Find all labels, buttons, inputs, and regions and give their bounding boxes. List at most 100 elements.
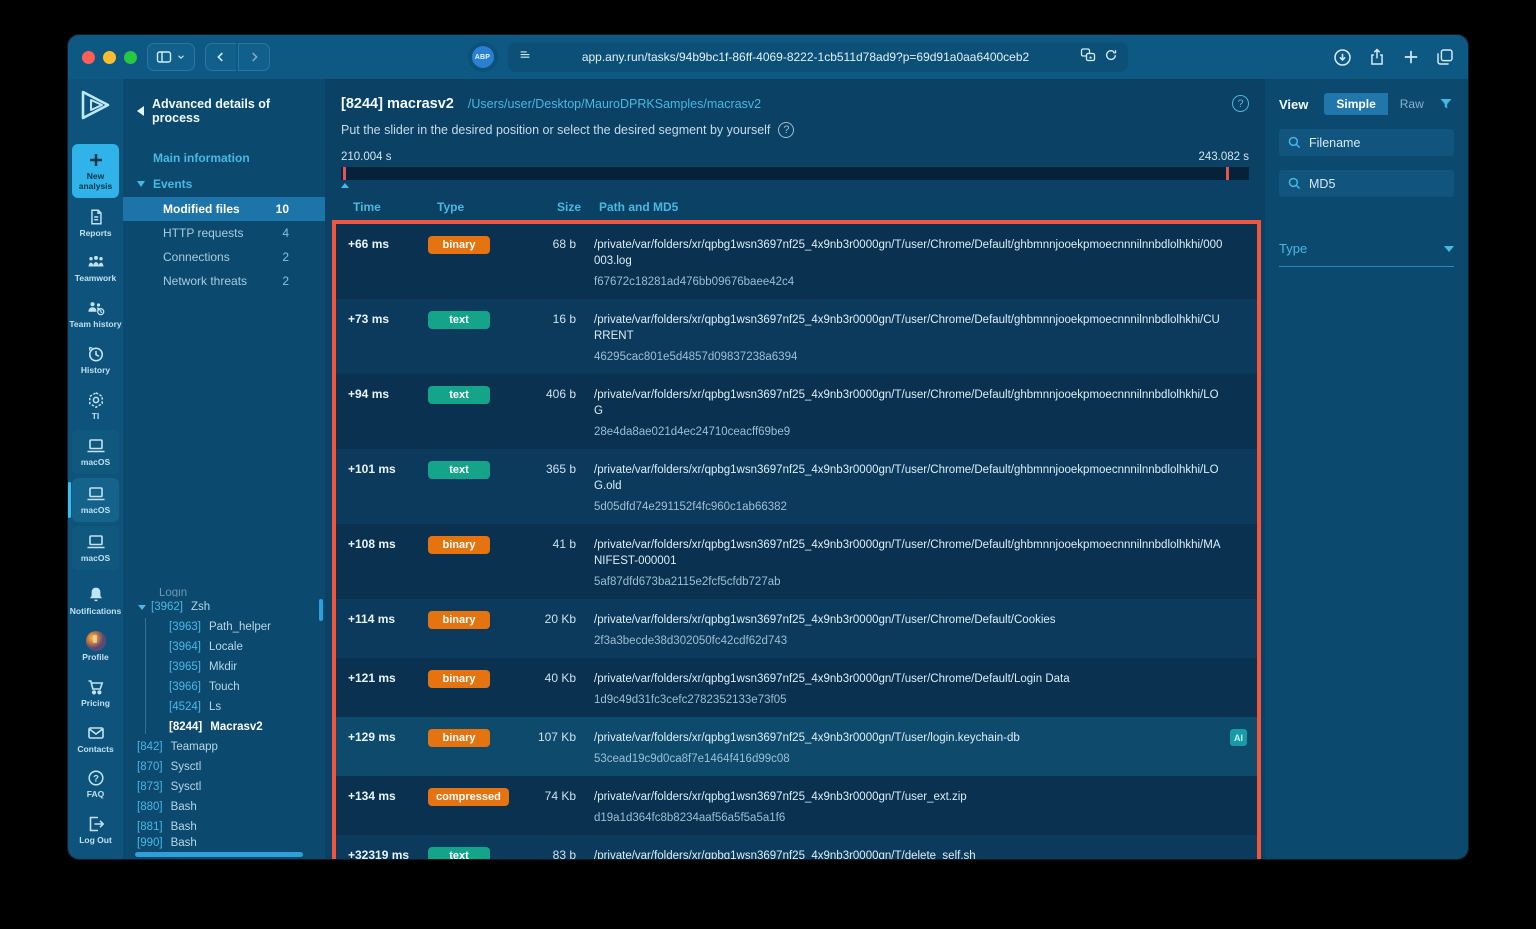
sidebar-item[interactable]: macOS bbox=[72, 478, 119, 522]
tree-vertical-scrollbar[interactable] bbox=[319, 599, 323, 621]
hint-help-icon[interactable]: ? bbox=[778, 122, 794, 138]
timeline-slider[interactable]: 210.004 s 243.082 s bbox=[341, 151, 1249, 188]
modified-file-row[interactable]: +114 ms binary 20 Kb /private/var/folder… bbox=[336, 599, 1257, 658]
process-tree-item[interactable]: [842] Teamapp bbox=[123, 737, 325, 757]
reader-mode-icon[interactable] bbox=[518, 48, 532, 67]
process-tree-item[interactable]: [881] Bash bbox=[123, 817, 325, 837]
sidebar-item[interactable]: Log Out bbox=[68, 807, 123, 853]
modified-file-row[interactable]: +66 ms binary 68 b /private/var/folders/… bbox=[336, 224, 1257, 299]
tab-overview-icon[interactable] bbox=[1436, 48, 1454, 66]
back-arrow-icon[interactable] bbox=[137, 106, 144, 116]
app-icon-rail: New analysis Reports Teamwork Team histo… bbox=[68, 79, 123, 859]
view-toggle-option[interactable]: Raw bbox=[1388, 93, 1436, 115]
row-size: 107 Kb bbox=[518, 728, 576, 765]
timeline-end-label: 243.082 s bbox=[1198, 151, 1249, 163]
process-pid: [880] bbox=[137, 801, 163, 813]
process-tree-item[interactable]: [3963] Path_helper bbox=[123, 617, 325, 637]
share-icon[interactable] bbox=[1368, 48, 1386, 66]
process-tree-item[interactable]: [8244] Macrasv2 bbox=[123, 717, 325, 737]
modified-file-row[interactable]: +32319 ms text 83 b /private/var/folders… bbox=[336, 835, 1257, 859]
sidebar-item[interactable]: New analysis bbox=[72, 144, 119, 198]
row-time: +101 ms bbox=[348, 460, 422, 513]
modified-file-row[interactable]: +101 ms text 365 b /private/var/folders/… bbox=[336, 449, 1257, 524]
extension-button[interactable]: ABP bbox=[468, 42, 498, 72]
view-toggle-option[interactable]: Simple bbox=[1324, 93, 1387, 115]
process-tree-item[interactable]: [3966] Touch bbox=[123, 677, 325, 697]
anyrun-logo[interactable] bbox=[78, 89, 114, 126]
process-tree-item[interactable]: [4524] Ls bbox=[123, 697, 325, 717]
event-category-item[interactable]: HTTP requests 4 bbox=[123, 221, 325, 245]
panel-header[interactable]: Advanced details of process bbox=[123, 79, 325, 141]
event-category-item[interactable]: Network threats 2 bbox=[123, 269, 325, 293]
process-tree-item[interactable]: [880] Bash bbox=[123, 797, 325, 817]
timeline-end-marker[interactable] bbox=[1226, 167, 1229, 180]
file-type-badge: text bbox=[428, 386, 490, 404]
sidebar-item[interactable]: Profile bbox=[68, 624, 123, 670]
sidebar-item[interactable]: Teamwork bbox=[68, 245, 123, 291]
forward-button[interactable] bbox=[238, 43, 270, 71]
process-tree-item[interactable]: [990] Bash bbox=[123, 837, 325, 849]
row-size: 83 b bbox=[518, 846, 576, 859]
sidebar-item[interactable]: History bbox=[68, 337, 123, 383]
event-category-item[interactable]: Connections 2 bbox=[123, 245, 325, 269]
modified-file-row[interactable]: +73 ms text 16 b /private/var/folders/xr… bbox=[336, 299, 1257, 374]
ai-badge[interactable]: AI bbox=[1230, 729, 1247, 746]
process-tree-item[interactable]: [3962] Zsh bbox=[123, 597, 325, 617]
help-icon[interactable]: ? bbox=[1232, 95, 1249, 112]
tree-expander-icon[interactable] bbox=[138, 605, 146, 610]
sidebar-item[interactable]: Notifications bbox=[68, 578, 123, 624]
reload-icon[interactable] bbox=[1104, 48, 1118, 67]
sidebar-item[interactable]: Contacts bbox=[68, 716, 123, 762]
process-tree-item[interactable]: [870] Sysctl bbox=[123, 757, 325, 777]
sidebar-toggle-button[interactable] bbox=[147, 43, 195, 71]
modified-file-row[interactable]: +121 ms binary 40 Kb /private/var/folder… bbox=[336, 658, 1257, 717]
process-tree-item[interactable]: [3964] Locale bbox=[123, 637, 325, 657]
md5-search-input[interactable] bbox=[1279, 170, 1454, 197]
row-time: +121 ms bbox=[348, 669, 422, 706]
file-type-badge: binary bbox=[428, 611, 490, 629]
process-tree-item[interactable]: [3965] Mkdir bbox=[123, 657, 325, 677]
process-pid: [873] bbox=[137, 781, 163, 793]
sidebar-item[interactable]: Team history bbox=[68, 291, 123, 337]
minimize-button[interactable] bbox=[103, 51, 116, 64]
translate-icon[interactable]: ★ bbox=[1080, 47, 1096, 68]
sidebar-item[interactable]: TI bbox=[68, 383, 123, 429]
row-path: /private/var/folders/xr/qpbg1wsn3697nf25… bbox=[594, 846, 1227, 859]
close-button[interactable] bbox=[82, 51, 95, 64]
process-tree-item[interactable]: [873] Sysctl bbox=[123, 777, 325, 797]
sidebar-item[interactable]: ? FAQ bbox=[68, 761, 123, 807]
modified-file-row[interactable]: +108 ms binary 41 b /private/var/folders… bbox=[336, 524, 1257, 599]
sidebar-item[interactable]: macOS bbox=[72, 526, 119, 570]
timeline-track[interactable] bbox=[341, 167, 1249, 180]
back-button[interactable] bbox=[205, 43, 236, 71]
sidebar-item-label: Teamwork bbox=[75, 274, 116, 284]
event-category-item[interactable]: Modified files 10 bbox=[123, 197, 325, 221]
address-bar[interactable]: app.any.run/tasks/94b9bc1f-86ff-4069-822… bbox=[508, 42, 1128, 72]
view-toggle: Simple Raw bbox=[1324, 93, 1435, 115]
type-filter-dropdown[interactable]: Type bbox=[1279, 241, 1454, 267]
events-section-toggle[interactable]: Events bbox=[137, 171, 325, 197]
sidebar-item[interactable]: Pricing bbox=[68, 670, 123, 716]
modified-file-row[interactable]: +134 ms compressed 74 Kb /private/var/fo… bbox=[336, 776, 1257, 835]
process-pid: [3963] bbox=[169, 621, 201, 633]
new-tab-icon[interactable] bbox=[1402, 48, 1420, 66]
timeline-caret-icon[interactable] bbox=[341, 183, 349, 188]
main-information-link[interactable]: Main information bbox=[153, 145, 325, 171]
sidebar-item[interactable]: Reports bbox=[68, 200, 123, 246]
timeline-start-marker[interactable] bbox=[343, 167, 346, 180]
zoom-button[interactable] bbox=[124, 51, 137, 64]
sidebar-item-label: macOS bbox=[81, 458, 110, 468]
filter-funnel-icon[interactable] bbox=[1438, 96, 1454, 112]
sidebar-item[interactable]: macOS bbox=[72, 430, 119, 474]
envelope-icon bbox=[86, 723, 106, 743]
row-size: 16 b bbox=[518, 310, 576, 363]
file-type-badge: text bbox=[428, 847, 490, 859]
filename-search-input[interactable] bbox=[1279, 129, 1454, 156]
process-tree-item[interactable]: Login bbox=[123, 588, 325, 597]
row-path: /private/var/folders/xr/qpbg1wsn3697nf25… bbox=[594, 728, 1227, 746]
modified-file-row[interactable]: +129 ms binary 107 Kb /private/var/folde… bbox=[336, 717, 1257, 776]
tree-horizontal-scrollbar[interactable] bbox=[135, 852, 303, 857]
downloads-icon[interactable] bbox=[1333, 48, 1352, 67]
column-header-size: Size bbox=[523, 200, 581, 214]
modified-file-row[interactable]: +94 ms text 406 b /private/var/folders/x… bbox=[336, 374, 1257, 449]
